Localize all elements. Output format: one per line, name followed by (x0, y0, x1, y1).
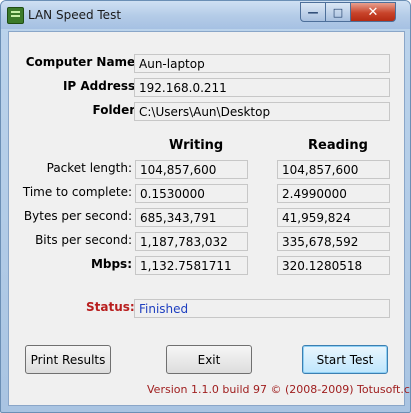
computer-name-field: Aun-laptop (134, 54, 390, 73)
app-window: LAN Speed Test — □ ✕ Computer Name: Aun-… (0, 0, 411, 413)
bytes-per-second-reading-field: 41,959,824 (277, 208, 390, 227)
main-panel: Computer Name: Aun-laptop IP Address: 19… (8, 31, 410, 406)
time-to-complete-label: Time to complete: (22, 185, 132, 199)
folder-label: Folder: (92, 103, 140, 117)
reading-column-header: Reading (308, 138, 368, 153)
version-text: Version 1.1.0 build 97 © (2008-2009) Tot… (147, 383, 411, 396)
start-test-button[interactable]: Start Test (302, 345, 388, 374)
packet-length-label: Packet length: (46, 161, 132, 175)
bytes-per-second-writing-field: 685,343,791 (135, 208, 248, 227)
close-button[interactable]: ✕ (350, 2, 396, 22)
bytes-per-second-label: Bytes per second: (23, 209, 132, 223)
ip-address-field: 192.168.0.211 (134, 78, 390, 97)
window-title: LAN Speed Test (28, 8, 122, 22)
ip-address-label: IP Address: (62, 79, 140, 93)
folder-field: C:\Users\Aun\Desktop (134, 102, 390, 121)
status-label: Status: (86, 300, 135, 314)
title-bar[interactable]: LAN Speed Test — □ ✕ (1, 1, 410, 29)
app-icon (7, 7, 24, 24)
bits-per-second-writing-field: 1,187,783,032 (135, 232, 248, 251)
exit-button[interactable]: Exit (166, 345, 252, 374)
packet-length-writing-field: 104,857,600 (135, 160, 248, 179)
computer-name-label: Computer Name: (25, 55, 140, 69)
status-field: Finished (134, 299, 390, 318)
writing-column-header: Writing (169, 138, 224, 153)
bits-per-second-label: Bits per second: (35, 233, 132, 247)
mbps-writing-field: 1,132.7581711 (135, 256, 248, 275)
bits-per-second-reading-field: 335,678,592 (277, 232, 390, 251)
time-to-complete-writing-field: 0.1530000 (135, 184, 248, 203)
mbps-label: Mbps: (90, 257, 132, 271)
minimize-button[interactable]: — (300, 2, 326, 22)
maximize-button[interactable]: □ (325, 2, 351, 22)
packet-length-reading-field: 104,857,600 (277, 160, 390, 179)
mbps-reading-field: 320.1280518 (277, 256, 390, 275)
time-to-complete-reading-field: 2.4990000 (277, 184, 390, 203)
print-results-button[interactable]: Print Results (25, 345, 111, 374)
